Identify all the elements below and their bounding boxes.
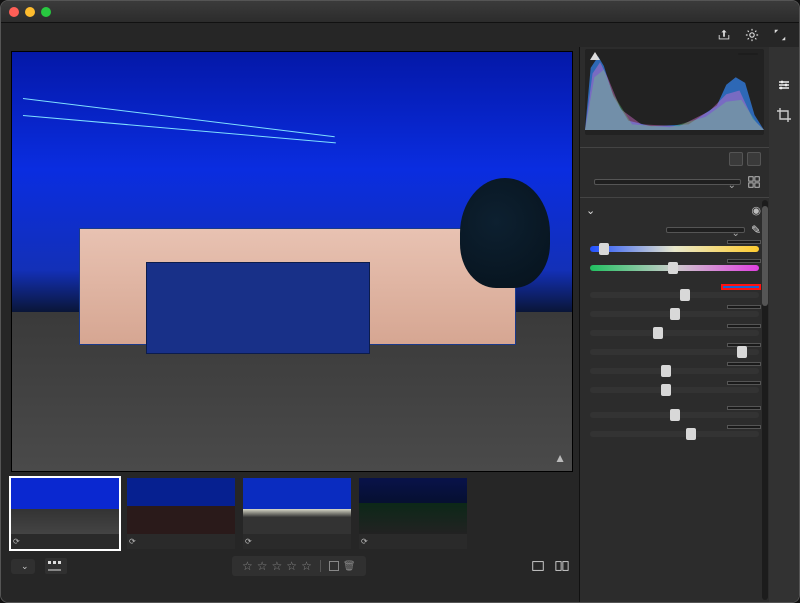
statusbar[interactable] bbox=[1, 580, 579, 602]
edit-tool-icon[interactable] bbox=[776, 77, 792, 93]
profile-select[interactable] bbox=[594, 179, 741, 185]
edit-header bbox=[580, 148, 769, 171]
thumbnail[interactable]: ⟳ bbox=[359, 478, 467, 549]
temperature-slider[interactable] bbox=[590, 246, 759, 252]
exif-strip bbox=[580, 135, 769, 147]
left-column: ▲ ⟳ ⟳ ⟳ bbox=[1, 47, 579, 602]
rgb-readout bbox=[738, 53, 758, 55]
exposure-slider[interactable] bbox=[590, 292, 759, 298]
filter-icon[interactable] bbox=[45, 558, 67, 574]
camera-raw-window: ▲ ⟳ ⟳ ⟳ bbox=[0, 0, 800, 603]
tint-field[interactable] bbox=[727, 259, 761, 263]
thumbnail[interactable]: ⟳ bbox=[127, 478, 235, 549]
crop-tool-icon[interactable] bbox=[776, 107, 792, 123]
tree-shape bbox=[460, 178, 550, 288]
fullscreen-icon[interactable] bbox=[773, 28, 787, 42]
histogram[interactable] bbox=[585, 49, 764, 135]
color-label-icon[interactable] bbox=[329, 561, 339, 571]
thumbnail[interactable]: ⟳ bbox=[11, 478, 119, 549]
star-icon[interactable]: ☆ bbox=[286, 559, 297, 573]
highlights-slider[interactable] bbox=[590, 330, 759, 336]
star-icon[interactable]: ☆ bbox=[301, 559, 312, 573]
visibility-eye-icon[interactable]: ◉ bbox=[751, 204, 761, 217]
trash-icon[interactable]: 🗑 bbox=[343, 561, 356, 572]
zoom-select[interactable]: ⌄ bbox=[11, 559, 35, 574]
compare-view-icon[interactable] bbox=[555, 559, 569, 573]
export-icon[interactable] bbox=[717, 28, 731, 42]
star-icon[interactable]: ☆ bbox=[257, 559, 268, 573]
contrast-slider[interactable] bbox=[590, 311, 759, 317]
titlebar bbox=[1, 1, 799, 23]
chevron-down-icon: ⌄ bbox=[586, 204, 595, 217]
traffic-lights bbox=[9, 7, 51, 17]
eyedropper-tool-icon[interactable] bbox=[776, 137, 792, 153]
close-window-icon[interactable] bbox=[9, 7, 19, 17]
whites-slider[interactable] bbox=[590, 368, 759, 374]
filmstrip: ⟳ ⟳ ⟳ ⟳ bbox=[1, 474, 579, 552]
white-balance-select[interactable] bbox=[666, 227, 745, 233]
toolstrip: ⌄ ☆ ☆ ☆ ☆ ☆ 🗑 bbox=[1, 552, 579, 580]
image-preview[interactable]: ▲ bbox=[11, 51, 573, 472]
exposure-field[interactable] bbox=[721, 284, 761, 290]
blacks-slider[interactable] bbox=[590, 387, 759, 393]
shadow-clip-icon[interactable] bbox=[590, 52, 600, 60]
shadow-clipping-warning-icon[interactable]: ▲ bbox=[554, 451, 566, 465]
star-trail bbox=[23, 98, 334, 137]
basic-section-header[interactable]: ⌄ ◉ bbox=[580, 198, 769, 221]
settings-gear-icon[interactable] bbox=[745, 28, 759, 42]
star-trail bbox=[23, 115, 336, 143]
panel-scrollbar[interactable] bbox=[762, 200, 768, 600]
zoom-window-icon[interactable] bbox=[41, 7, 51, 17]
rating-bar[interactable]: ☆ ☆ ☆ ☆ ☆ 🗑 bbox=[232, 556, 366, 576]
star-icon[interactable]: ☆ bbox=[272, 559, 283, 573]
shadows-slider[interactable] bbox=[590, 349, 759, 355]
tool-rail bbox=[769, 47, 799, 602]
highlights-field[interactable] bbox=[727, 324, 761, 328]
auto-button[interactable] bbox=[729, 152, 743, 166]
clarity-field[interactable] bbox=[727, 425, 761, 429]
content: ▲ ⟳ ⟳ ⟳ bbox=[1, 23, 799, 602]
building-front bbox=[146, 262, 370, 354]
star-icon[interactable]: ☆ bbox=[242, 559, 253, 573]
edit-panel: ⌄ ◉ ✎ bbox=[579, 47, 769, 602]
thumbnail[interactable]: ⟳ bbox=[243, 478, 351, 549]
clarity-slider[interactable] bbox=[590, 431, 759, 437]
minimize-window-icon[interactable] bbox=[25, 7, 35, 17]
contrast-field[interactable] bbox=[727, 305, 761, 309]
eyedropper-icon[interactable]: ✎ bbox=[751, 223, 761, 237]
temperature-field[interactable] bbox=[727, 240, 761, 244]
topbar bbox=[1, 23, 799, 47]
bw-button[interactable] bbox=[747, 152, 761, 166]
tint-slider[interactable] bbox=[590, 265, 759, 271]
body: ▲ ⟳ ⟳ ⟳ bbox=[1, 47, 799, 602]
profile-browser-icon[interactable] bbox=[747, 175, 761, 189]
chevron-down-icon: ⌄ bbox=[21, 561, 29, 572]
whites-field[interactable] bbox=[727, 362, 761, 366]
texture-field[interactable] bbox=[727, 406, 761, 410]
sync-icon: ⟳ bbox=[13, 537, 20, 546]
blacks-field[interactable] bbox=[727, 381, 761, 385]
single-view-icon[interactable] bbox=[531, 559, 545, 573]
texture-slider[interactable] bbox=[590, 412, 759, 418]
